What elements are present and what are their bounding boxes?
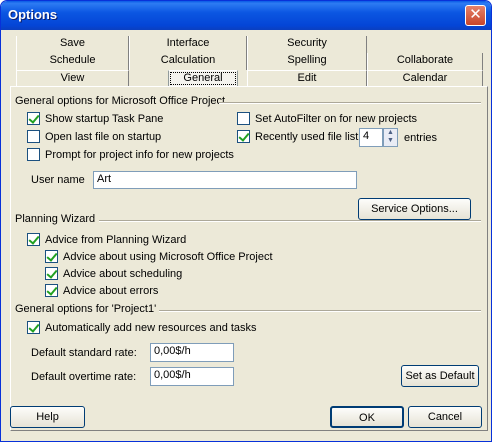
options-dialog: Options ✕ Save Interface Security Schedu… — [0, 0, 492, 442]
general-options-group-label: General options for Microsoft Office Pro… — [15, 95, 226, 107]
checkbox-checked-icon — [237, 130, 250, 143]
advice-scheduling-label: Advice about scheduling — [63, 267, 183, 280]
tab-collaborate[interactable]: Collaborate — [367, 53, 483, 70]
ok-button[interactable]: OK — [330, 406, 404, 428]
autofilter-checkbox[interactable]: Set AutoFilter on for new projects — [237, 112, 417, 125]
user-name-input[interactable]: Art — [93, 171, 357, 189]
std-rate-label: Default standard rate: — [31, 347, 137, 359]
tab-row-3: View General Edit Calendar — [16, 70, 483, 87]
recent-files-count-input[interactable]: 4 — [359, 128, 383, 147]
recent-files-checkbox[interactable]: Recently used file list: — [237, 130, 361, 143]
tab-general[interactable]: General — [168, 70, 238, 87]
tab-security[interactable]: Security — [247, 36, 367, 53]
advice-wizard-checkbox[interactable]: Advice from Planning Wizard — [27, 233, 186, 246]
user-name-label: User name — [31, 174, 85, 186]
tab-row-1: Save Interface Security — [16, 36, 476, 53]
checkbox-checked-icon — [45, 267, 58, 280]
checkbox-unchecked-icon — [27, 148, 40, 161]
auto-add-label: Automatically add new resources and task… — [45, 321, 257, 334]
checkbox-checked-icon — [27, 321, 40, 334]
show-taskpane-checkbox[interactable]: Show startup Task Pane — [27, 112, 163, 125]
window-title: Options — [8, 7, 58, 22]
general-tab-panel: General options for Microsoft Office Pro… — [10, 86, 488, 431]
spin-up-icon[interactable]: ▲ — [384, 129, 397, 137]
std-rate-input[interactable]: 0,00$/h — [150, 343, 234, 362]
spin-down-icon[interactable]: ▼ — [384, 137, 397, 145]
group-divider — [219, 102, 481, 104]
auto-add-checkbox[interactable]: Automatically add new resources and task… — [27, 321, 257, 334]
group-divider — [99, 220, 481, 222]
tab-save[interactable]: Save — [16, 36, 129, 53]
tab-row-2: Schedule Calculation Spelling Collaborat… — [16, 53, 483, 70]
service-options-button[interactable]: Service Options... — [358, 198, 471, 220]
help-button[interactable]: Help — [10, 406, 85, 428]
set-as-default-button[interactable]: Set as Default — [401, 365, 479, 387]
advice-scheduling-checkbox[interactable]: Advice about scheduling — [45, 267, 182, 280]
checkbox-unchecked-icon — [237, 112, 250, 125]
advice-wizard-label: Advice from Planning Wizard — [45, 233, 187, 246]
checkbox-checked-icon — [45, 250, 58, 263]
advice-using-label: Advice about using Microsoft Office Proj… — [63, 250, 273, 263]
checkbox-checked-icon — [27, 233, 40, 246]
advice-errors-label: Advice about errors — [63, 284, 159, 297]
checkbox-checked-icon — [27, 112, 40, 125]
project-options-group-label: General options for 'Project1' — [15, 303, 157, 315]
tab-schedule[interactable]: Schedule — [16, 53, 129, 70]
planning-wizard-group-label: Planning Wizard — [15, 213, 96, 225]
close-icon[interactable]: ✕ — [465, 5, 486, 26]
ovt-rate-input[interactable]: 0,00$/h — [150, 367, 234, 386]
show-taskpane-label: Show startup Task Pane — [45, 112, 164, 125]
tab-calculation[interactable]: Calculation — [129, 53, 247, 70]
autofilter-label: Set AutoFilter on for new projects — [255, 112, 418, 125]
cancel-button[interactable]: Cancel — [408, 406, 482, 428]
group-divider — [159, 310, 481, 312]
open-last-file-checkbox[interactable]: Open last file on startup — [27, 130, 161, 143]
open-last-file-label: Open last file on startup — [45, 130, 162, 143]
prompt-info-checkbox[interactable]: Prompt for project info for new projects — [27, 148, 234, 161]
tab-edit[interactable]: Edit — [247, 70, 367, 87]
checkbox-checked-icon — [45, 284, 58, 297]
prompt-info-label: Prompt for project info for new projects — [45, 148, 234, 161]
entries-label: entries — [404, 132, 438, 144]
ovt-rate-label: Default overtime rate: — [31, 371, 137, 383]
advice-using-checkbox[interactable]: Advice about using Microsoft Office Proj… — [45, 250, 273, 263]
title-bar[interactable]: Options ✕ — [1, 1, 491, 30]
tab-view[interactable]: View — [16, 70, 129, 87]
checkbox-unchecked-icon — [27, 130, 40, 143]
recent-files-spinner[interactable]: ▲ ▼ — [383, 128, 398, 147]
tab-spelling[interactable]: Spelling — [247, 53, 367, 70]
tab-calendar[interactable]: Calendar — [367, 70, 483, 87]
dialog-client: Save Interface Security Schedule Calcula… — [4, 30, 488, 438]
advice-errors-checkbox[interactable]: Advice about errors — [45, 284, 158, 297]
recent-files-label: Recently used file list: — [255, 130, 362, 143]
tab-interface[interactable]: Interface — [129, 36, 247, 53]
